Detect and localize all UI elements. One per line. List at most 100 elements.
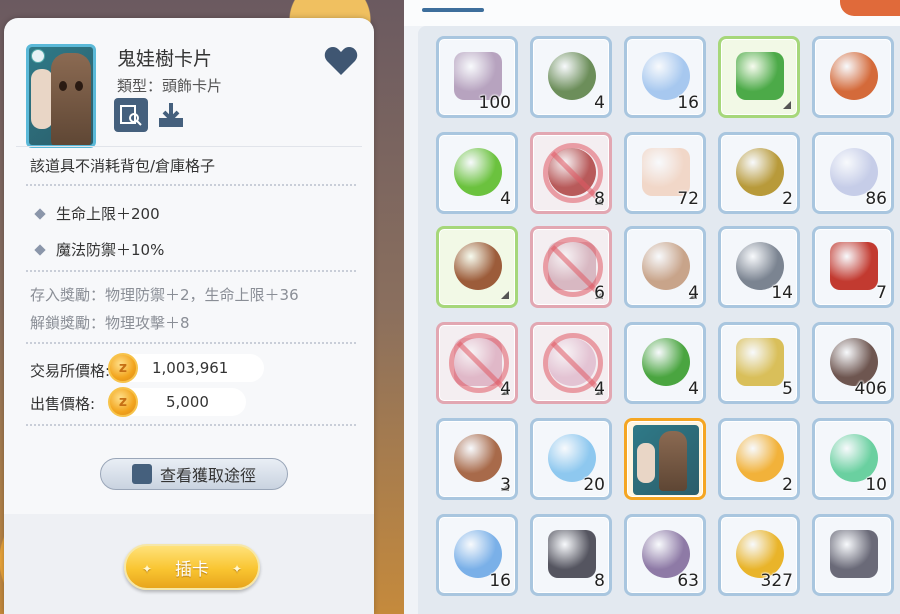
inventory-slot[interactable] (718, 36, 800, 118)
cowboy-hat-icon (454, 242, 502, 290)
bullet-diamond-icon (34, 207, 46, 220)
heart-icon[interactable] (324, 46, 358, 76)
view-source-button[interactable]: 查看獲取途徑 (100, 458, 288, 490)
green-bottle-icon (642, 338, 690, 386)
item-count: 4 (594, 379, 605, 399)
card-art-mask (51, 53, 91, 145)
inventory-slot[interactable]: 406 (812, 322, 894, 404)
inventory-slot[interactable]: 8 (530, 514, 612, 596)
mortar-green-icon (454, 148, 502, 196)
card-icon (633, 425, 699, 495)
inventory-slot[interactable]: 86 (812, 132, 894, 214)
sparkle-icon: ✦ (142, 562, 153, 576)
stat-text: 魔法防禦＋10% (56, 241, 165, 259)
card-thumbnail (26, 44, 96, 148)
item-count: 8 (594, 571, 605, 591)
inventory-slot[interactable]: 63 (624, 514, 706, 596)
mortar-yellow-icon (736, 338, 784, 386)
item-count: 14 (771, 283, 793, 303)
item-count: 16 (677, 93, 699, 113)
inventory-slot[interactable]: 72 (624, 132, 706, 214)
item-count: 327 (760, 571, 793, 591)
header-divider (16, 146, 362, 147)
item-count: 4 (594, 93, 605, 113)
inventory-slot[interactable]: 327 (718, 514, 800, 596)
inventory-slot[interactable] (624, 418, 706, 500)
inventory-slot[interactable] (812, 514, 894, 596)
skull-potion-icon (830, 242, 878, 290)
inventory-slot[interactable]: 16 (624, 36, 706, 118)
inventory-slot[interactable]: 20 (530, 418, 612, 500)
sell-price-label: 出售價格: (30, 395, 96, 413)
stat-row: 魔法防禦＋10% (34, 239, 165, 260)
item-count: 10 (865, 475, 887, 495)
item-count: 72 (677, 189, 699, 209)
item-count: 4 (688, 379, 699, 399)
honeycomb-icon (736, 148, 784, 196)
inventory-slot[interactable]: 3 (436, 418, 518, 500)
inventory-slot[interactable]: 4 (624, 226, 706, 308)
item-count: 8 (594, 189, 605, 209)
food-platter-icon (830, 52, 878, 100)
item-count: 100 (478, 93, 511, 113)
inventory-grid: 100 4 16 4 8 72 2 86 6 4 14 7 4 4 4 5 406 3 20 2 10 16 8 63 327 (418, 26, 900, 614)
source-search-icon (131, 464, 152, 484)
card-art-face (31, 69, 53, 129)
slot-note: 該道具不消耗背包/倉庫格子 (30, 157, 216, 175)
inventory-slot[interactable]: 2 (718, 132, 800, 214)
inventory-slot[interactable]: 4 (436, 322, 518, 404)
item-count: 20 (583, 475, 605, 495)
item-count: 4 (500, 379, 511, 399)
equipment-corner-icon (501, 291, 509, 299)
item-count: 2 (782, 189, 793, 209)
inventory-slot[interactable]: 4 (530, 322, 612, 404)
inventory-slot[interactable]: 2 (718, 418, 800, 500)
inventory-slot[interactable]: 8 (530, 132, 612, 214)
close-corner-icon[interactable] (840, 0, 900, 16)
metal-shard-icon (830, 530, 878, 578)
item-count: 406 (854, 379, 887, 399)
exchange-price-pill: z 1,003,961 (108, 353, 264, 383)
zeny-coin-icon: z (108, 387, 138, 417)
download-icon[interactable] (154, 98, 188, 132)
item-count: 63 (677, 571, 699, 591)
bullet-diamond-icon (34, 243, 46, 256)
inventory-slot[interactable]: 4 (436, 132, 518, 214)
exchange-price-label: 交易所價格: (30, 362, 111, 380)
item-name: 鬼娃樹卡片 (117, 48, 213, 70)
inventory-slot[interactable]: 14 (718, 226, 800, 308)
insert-card-button[interactable]: ✦ 插卡 ✦ (124, 544, 260, 590)
inventory-slot[interactable] (436, 226, 518, 308)
dotted-divider (26, 342, 356, 344)
item-count: 2 (782, 475, 793, 495)
seed-icon (548, 52, 596, 100)
zeny-coin-icon: z (108, 353, 138, 383)
item-count: 7 (876, 283, 887, 303)
item-count: 3 (500, 475, 511, 495)
inventory-slot[interactable] (812, 36, 894, 118)
dotted-divider (26, 270, 356, 272)
item-count: 4 (500, 189, 511, 209)
tab-active-indicator[interactable] (422, 8, 484, 12)
inventory-slot[interactable]: 7 (812, 226, 894, 308)
backpack-icon (454, 434, 502, 482)
exchange-price-value: 1,003,961 (152, 359, 229, 377)
inventory-slot[interactable]: 16 (436, 514, 518, 596)
inventory-slot[interactable]: 10 (812, 418, 894, 500)
view-source-label: 查看獲取途徑 (159, 466, 256, 485)
inventory-slot[interactable]: 5 (718, 322, 800, 404)
item-count: 16 (489, 571, 511, 591)
item-count: 86 (865, 189, 887, 209)
item-type: 類型：頭飾卡片 (117, 77, 223, 95)
sparkle-icon: ✦ (231, 562, 242, 576)
inventory-slot[interactable]: 4 (624, 322, 706, 404)
inventory-slot[interactable]: 4 (530, 36, 612, 118)
item-count: 5 (782, 379, 793, 399)
inventory-slot[interactable]: 6 (530, 226, 612, 308)
insert-card-label: 插卡 (175, 559, 209, 580)
detail-header: 鬼娃樹卡片 類型：頭飾卡片 (4, 18, 374, 148)
card-album-search-icon[interactable] (114, 98, 148, 132)
sell-price-value: 5,000 (166, 393, 209, 411)
boots-icon (736, 52, 784, 100)
inventory-slot[interactable]: 100 (436, 36, 518, 118)
